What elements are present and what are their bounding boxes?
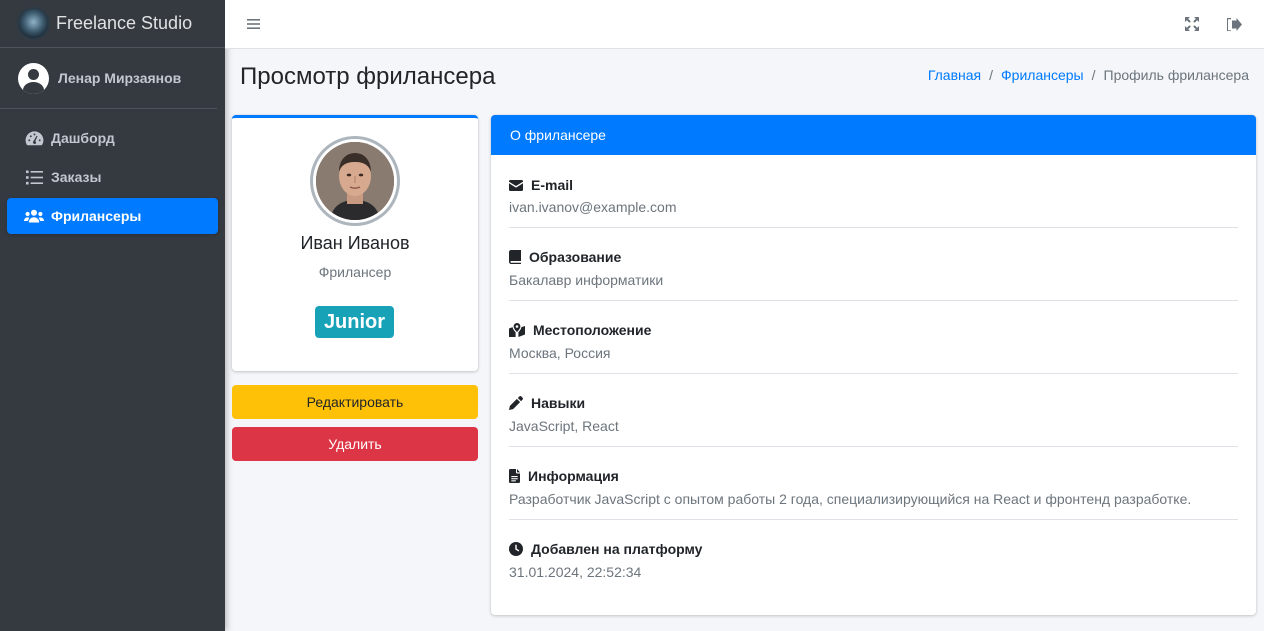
info-item-education: Образование Бакалавр информатики — [509, 228, 1238, 301]
user-name: Ленар Мирзаянов — [58, 70, 182, 86]
info-value: Разработчик JavaScript с опытом работы 2… — [509, 491, 1192, 507]
breadcrumb-freelancers-link[interactable]: Фрилансеры — [1001, 67, 1084, 83]
about-freelancer-card: О фрилансере E-mail ivan.ivanov@example.… — [491, 115, 1256, 615]
person-photo — [316, 142, 394, 220]
breadcrumb-separator: / — [1091, 67, 1096, 83]
envelope-icon — [509, 179, 523, 191]
info-value: Москва, Россия — [509, 345, 611, 361]
sidebar-item-label: Заказы — [51, 169, 102, 185]
info-label: Информация — [528, 468, 619, 484]
sidebar-item-label: Фрилансеры — [51, 208, 142, 224]
sidebar-item-label: Дашборд — [51, 130, 115, 146]
bars-icon — [246, 19, 260, 29]
users-icon — [24, 209, 44, 223]
info-value: Бакалавр информатики — [509, 272, 664, 288]
brand-link[interactable]: Freelance Studio — [0, 0, 225, 48]
info-label: Добавлен на платформу — [531, 541, 703, 557]
edit-button[interactable]: Редактировать — [232, 385, 478, 419]
info-item-created: Добавлен на платформу 31.01.2024, 22:52:… — [509, 520, 1238, 593]
profile-photo — [310, 136, 400, 226]
profile-card: Иван Иванов Фрилансер Junior — [232, 115, 478, 371]
clock-icon — [509, 542, 523, 556]
user-avatar-icon — [18, 62, 49, 94]
delete-button[interactable]: Удалить — [232, 427, 478, 461]
info-label: Образование — [529, 249, 622, 265]
profile-name: Иван Иванов — [300, 233, 410, 253]
book-icon — [509, 250, 521, 264]
info-item-email: E-mail ivan.ivanov@example.com — [509, 155, 1238, 228]
brand-logo — [19, 9, 48, 38]
info-label: E-mail — [531, 177, 574, 193]
logout-button[interactable] — [1223, 13, 1245, 35]
sidebar: Freelance Studio Ленар Мирзаянов Дашборд… — [0, 0, 225, 631]
info-label: Местоположение — [533, 322, 652, 338]
info-item-skills: Навыки JavaScript, React — [509, 374, 1238, 447]
profile-role: Фрилансер — [318, 264, 392, 280]
page-title: Просмотр фрилансера — [240, 63, 496, 90]
level-badge: Junior — [315, 306, 394, 338]
info-item-location: Местоположение Москва, Россия — [509, 301, 1238, 374]
sidebar-toggle-button[interactable] — [242, 13, 264, 35]
list-icon — [24, 170, 44, 185]
user-panel[interactable]: Ленар Мирзаянов — [0, 48, 217, 109]
info-value: 31.01.2024, 22:52:34 — [509, 564, 642, 580]
sign-out-icon — [1226, 17, 1242, 31]
breadcrumb: Главная / Фрилансеры / Профиль фрилансер… — [928, 67, 1249, 83]
sidebar-item-freelancers[interactable]: Фрилансеры — [7, 198, 218, 234]
fullscreen-button[interactable] — [1181, 13, 1203, 35]
pencil-icon — [509, 396, 523, 410]
breadcrumb-separator: / — [989, 67, 994, 83]
top-navbar — [225, 0, 1264, 49]
sidebar-item-orders[interactable]: Заказы — [7, 159, 218, 195]
info-item-about: Информация Разработчик JavaScript с опыт… — [509, 447, 1238, 520]
breadcrumb-home-link[interactable]: Главная — [928, 67, 981, 83]
expand-icon — [1185, 17, 1199, 31]
tachometer-icon — [24, 130, 44, 146]
map-location-icon — [509, 323, 525, 337]
breadcrumb-current: Профиль фрилансера — [1103, 67, 1250, 83]
info-label: Навыки — [531, 395, 586, 411]
sidebar-nav: Дашборд Заказы Фрилансеры — [0, 109, 225, 234]
file-text-icon — [509, 469, 520, 483]
info-value: JavaScript, React — [509, 418, 619, 434]
card-header: О фрилансере — [491, 115, 1256, 155]
sidebar-item-dashboard[interactable]: Дашборд — [7, 120, 218, 156]
info-value: ivan.ivanov@example.com — [509, 199, 677, 215]
brand-name: Freelance Studio — [56, 13, 193, 33]
